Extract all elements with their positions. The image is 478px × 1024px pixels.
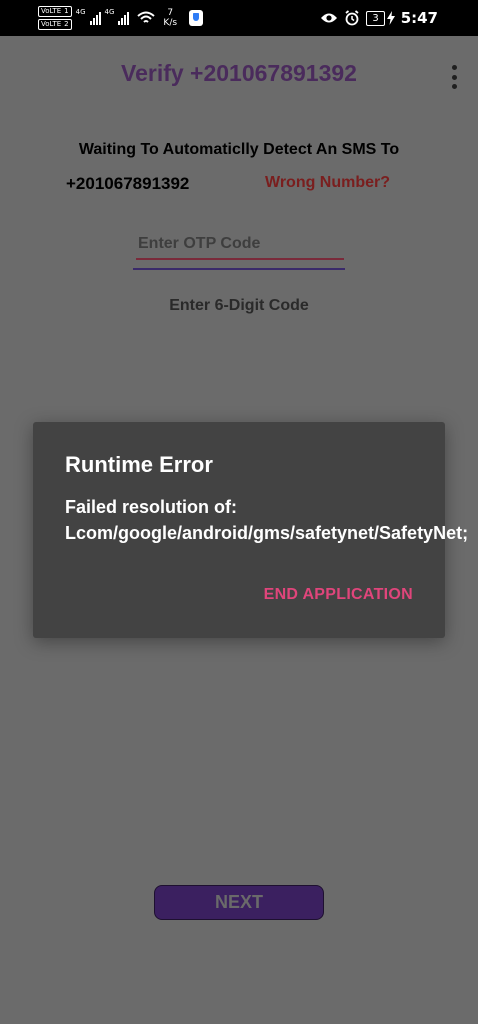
shield-icon: [189, 10, 204, 26]
waiting-message: Waiting To Automaticlly Detect An SMS To: [78, 141, 400, 158]
network-type-1: 4G: [75, 8, 86, 16]
error-dialog: Runtime Error Failed resolution of: Lcom…: [33, 422, 469, 638]
speed-unit: K/s: [163, 18, 178, 28]
charging-icon: [386, 11, 395, 25]
volte-sim-1: VoLTE 1: [38, 6, 72, 17]
phone-number: +201067891392: [66, 174, 190, 193]
clock: 5:47: [400, 9, 438, 27]
volte-label: VoLTE: [41, 7, 62, 15]
alarm-icon: [345, 10, 359, 26]
network-speed: 7 K/s: [163, 8, 177, 28]
eye-icon: [321, 13, 338, 23]
speed-value: 7: [167, 8, 174, 18]
wrong-number-link[interactable]: Wrong Number?: [265, 174, 390, 192]
otp-input[interactable]: [136, 230, 344, 260]
otp-underline: [133, 268, 345, 270]
battery-indicator: 3: [366, 10, 385, 26]
sim-number: 1: [64, 7, 69, 15]
network-type-2: 4G: [104, 8, 115, 16]
dialog-title: Runtime Error: [65, 452, 213, 477]
volte-label: VoLTE: [41, 20, 62, 28]
status-bar-right: 3 5:47: [320, 4, 438, 32]
signal-strength-1-icon: [89, 11, 101, 25]
dialog-message: Failed resolution of: Lcom/google/androi…: [65, 497, 469, 543]
end-application-button[interactable]: END APPLICATION: [264, 586, 413, 604]
sim-number: 2: [64, 20, 69, 28]
status-bar-left: VoLTE 1 VoLTE 2 4G 4G 7 K/s: [38, 4, 204, 32]
signal-strength-2-icon: [118, 11, 130, 25]
overflow-menu-icon[interactable]: [450, 65, 458, 89]
page-title: Verify +201067891392: [121, 60, 357, 86]
wifi-icon: [137, 11, 156, 23]
otp-hint: Enter 6-Digit Code: [169, 297, 309, 314]
next-button[interactable]: NEXT: [154, 885, 324, 920]
volte-indicators: VoLTE 1 VoLTE 2: [38, 6, 72, 30]
volte-sim-2: VoLTE 2: [38, 19, 72, 30]
status-bar: VoLTE 1 VoLTE 2 4G 4G 7 K/s 3 5:47: [0, 0, 478, 36]
